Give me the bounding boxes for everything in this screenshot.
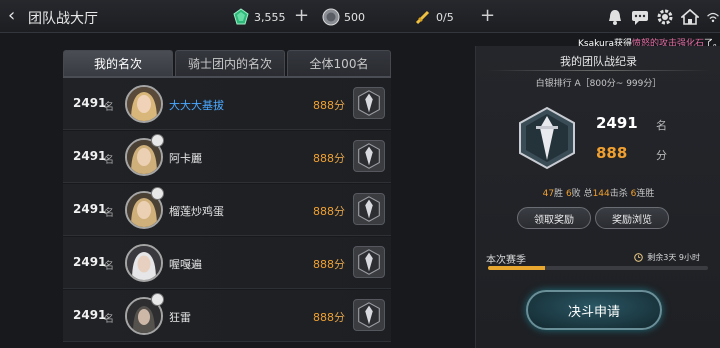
silver-rank-badge-icon: [353, 299, 385, 331]
score-value: 888: [313, 152, 334, 165]
blonde-character-portrait: [127, 87, 161, 121]
score-unit: 分: [334, 152, 345, 165]
score-unit: 分: [656, 149, 667, 162]
score-unit: 分: [334, 311, 345, 324]
gem-currency: 3,555: [232, 7, 286, 27]
view-profile-icon[interactable]: [151, 134, 164, 147]
loss-label: 败: [571, 189, 581, 199]
record-title: 我的团队战纪录: [560, 55, 637, 68]
player-score: 888分: [313, 256, 345, 272]
my-rank: 2491: [596, 114, 638, 132]
kills-suffix: 击杀: [609, 189, 628, 199]
stamina-count: 0/5: [436, 10, 454, 24]
ranking-list: 2491 名 大大大基拔 888分 2491 名 阿卡麗 888分 2491 名…: [63, 76, 391, 348]
ranking-tabs: 我的名次 骑士团内的名次 全体100名: [63, 50, 393, 76]
battle-stats: 47胜 6败 总144击杀 6连胜: [476, 186, 720, 199]
my-score: 888: [596, 144, 628, 162]
table-row[interactable]: 2491 名 狂雷 888分: [63, 290, 391, 342]
rank-unit: 名: [104, 314, 114, 325]
add-stamina-button[interactable]: +: [480, 6, 495, 26]
win-label: 胜: [554, 189, 564, 199]
silver-rank-badge-icon: [353, 193, 385, 225]
gem-count: 3,555: [254, 10, 286, 24]
table-row[interactable]: 2491 名 阿卡麗 888分: [63, 131, 391, 183]
season-label: 本次赛季: [486, 255, 526, 266]
tab-my-rank[interactable]: 我的名次: [63, 50, 173, 76]
win-count: 47: [542, 189, 555, 199]
season-remaining: 剩余3天 9小时: [634, 252, 700, 263]
tab-guild-rank[interactable]: 骑士团内的名次: [175, 50, 285, 76]
score-value: 888: [313, 311, 334, 324]
green-gem-icon: [233, 8, 249, 25]
row-rank: 2491: [73, 96, 107, 110]
score-value: 888: [313, 258, 334, 271]
row-rank: 2491: [73, 308, 107, 322]
table-row[interactable]: 2491 名 榴莲炒鸡蛋 888分: [63, 184, 391, 236]
ranking-panel: 我的名次 骑士团内的名次 全体100名 2491 名 大大大基拔 888分 24…: [63, 46, 391, 348]
avatar[interactable]: [125, 244, 163, 282]
streak-label: 连胜: [636, 189, 655, 199]
score-unit: 分: [334, 258, 345, 271]
silver-tier-emblem-icon: [519, 106, 575, 170]
duel-request-button[interactable]: 决斗申请: [526, 290, 662, 330]
score-value: 888: [313, 205, 334, 218]
kill-count: 144: [592, 189, 610, 199]
silver-rank-badge-icon: [353, 87, 385, 119]
player-score: 888分: [313, 203, 345, 219]
player-score: 888分: [313, 309, 345, 325]
rank-unit: 名: [104, 102, 114, 113]
rank-unit: 名: [656, 119, 667, 132]
player-name[interactable]: 狂雷: [169, 309, 191, 325]
player-name[interactable]: 榴莲炒鸡蛋: [169, 203, 224, 219]
top-bar: ‹ 团队战大厅 3,555 + 500 0/5 +: [0, 0, 720, 33]
silver-coin-icon: [322, 8, 340, 26]
view-profile-icon[interactable]: [151, 187, 164, 200]
stamina-currency: 0/5: [414, 7, 454, 27]
player-name[interactable]: 阿卡麗: [169, 150, 202, 166]
page-title: 团队战大厅: [28, 11, 98, 27]
divider: [486, 70, 711, 71]
gear-icon[interactable]: [656, 8, 674, 26]
season-progress-bar: [488, 266, 708, 270]
rank-unit: 名: [104, 208, 114, 219]
top-icons: [599, 6, 720, 28]
wifi-icon: [707, 12, 719, 23]
rank-unit: 名: [104, 261, 114, 272]
rank-unit: 名: [104, 155, 114, 166]
coin-count: 500: [344, 10, 365, 24]
tier-range: 白银排行 A［800分~ 999分］: [535, 79, 662, 89]
row-rank: 2491: [73, 149, 107, 163]
add-gems-button[interactable]: +: [294, 6, 309, 26]
score-value: 888: [313, 99, 334, 112]
chat-icon[interactable]: [631, 8, 649, 26]
table-row[interactable]: 2491 名 喔嘎遍 888分: [63, 237, 391, 289]
remaining-time: 剩余3天 9小时: [647, 253, 700, 262]
row-rank: 2491: [73, 202, 107, 216]
sword-stamina-icon: [415, 10, 430, 25]
table-row[interactable]: 2491 名 大大大基拔 888分: [63, 78, 391, 130]
player-name[interactable]: 喔嘎遍: [169, 256, 202, 272]
browse-rewards-button[interactable]: 奖励浏览: [595, 207, 669, 229]
season-progress-fill: [488, 266, 546, 270]
clock-icon: [634, 253, 644, 262]
home-icon[interactable]: [681, 8, 699, 26]
silver-rank-badge-icon: [353, 140, 385, 172]
bell-icon[interactable]: [606, 8, 624, 26]
score-unit: 分: [334, 205, 345, 218]
avatar[interactable]: [125, 85, 163, 123]
back-arrow-icon[interactable]: ‹: [8, 7, 22, 25]
score-unit: 分: [334, 99, 345, 112]
kills-label: 总: [583, 189, 593, 199]
silver-rank-badge-icon: [353, 246, 385, 278]
player-name[interactable]: 大大大基拔: [169, 97, 224, 113]
tab-top-100[interactable]: 全体100名: [287, 50, 391, 76]
player-score: 888分: [313, 150, 345, 166]
view-profile-icon[interactable]: [151, 293, 164, 306]
white-hair-character-portrait: [127, 246, 161, 280]
claim-reward-button[interactable]: 领取奖励: [517, 207, 591, 229]
record-panel: 我的团队战纪录 白银排行 A［800分~ 999分］ 2491 名 888 分 …: [475, 46, 720, 348]
row-rank: 2491: [73, 255, 107, 269]
player-score: 888分: [313, 97, 345, 113]
coin-currency: 500: [322, 7, 365, 27]
